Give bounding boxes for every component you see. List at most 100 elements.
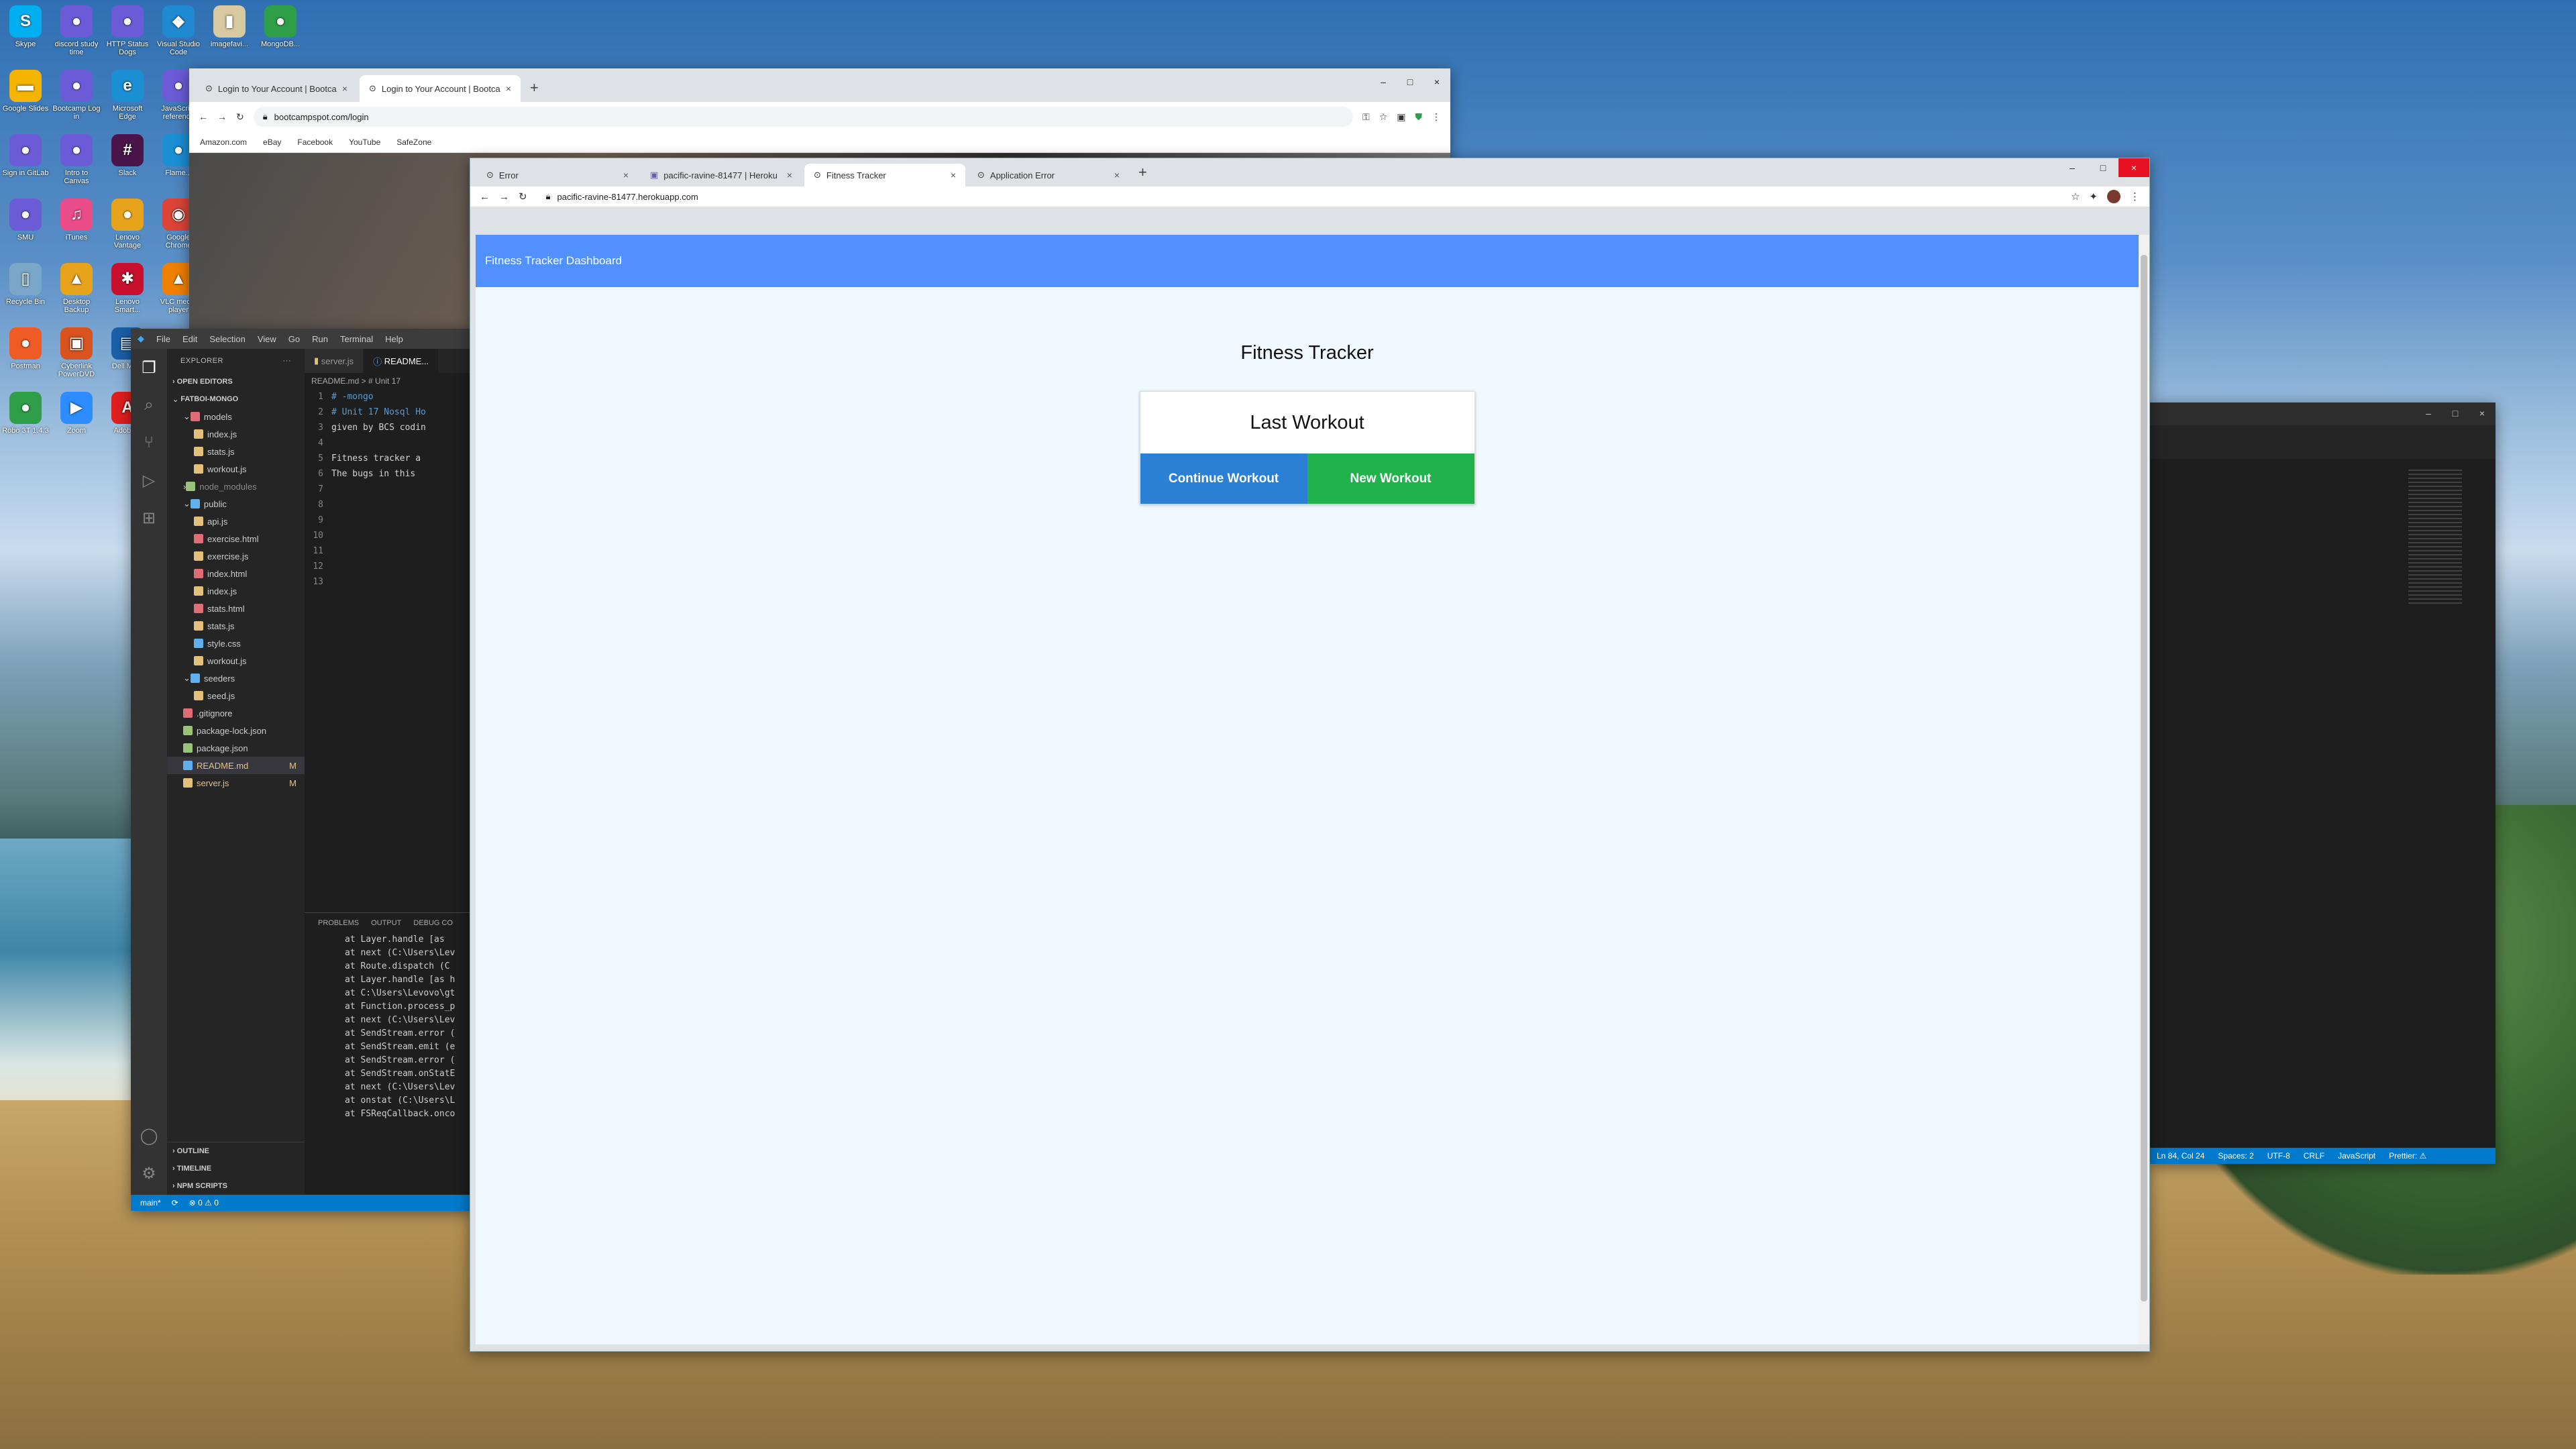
language-mode[interactable]: JavaScript (2338, 1151, 2375, 1161)
desktop-icon-visual-studio-code[interactable]: ◆ Visual Studio Code (154, 5, 203, 56)
extensions-icon[interactable]: ⊞ (131, 499, 167, 537)
bookmark-safezone[interactable]: SafeZone (396, 138, 431, 147)
menu-selection[interactable]: Selection (209, 334, 245, 344)
tree-file[interactable]: api.js (167, 513, 305, 530)
menu-go[interactable]: Go (288, 334, 300, 344)
tree-file[interactable]: index.js (167, 582, 305, 600)
new-tab-button[interactable]: + (1132, 164, 1154, 186)
tree-file[interactable]: workout.js (167, 652, 305, 669)
desktop-icon-discord-study-time[interactable]: ● discord study time (52, 5, 101, 56)
bookmark-facebook[interactable]: Facebook (297, 138, 333, 147)
desktop-icon-itunes[interactable]: ♫ iTunes (52, 199, 101, 241)
desktop-icon-slack[interactable]: # Slack (103, 134, 152, 177)
tree-file[interactable]: server.js M (167, 774, 305, 792)
explorer-icon[interactable]: ❐ (131, 349, 167, 386)
vscode-window[interactable]: ◆ File Edit Selection View Go Run Termin… (131, 329, 473, 1211)
minimize-icon[interactable]: – (1370, 72, 1397, 91)
tree-folder[interactable]: ⌄ public (167, 495, 305, 513)
tab-login-2[interactable]: ⊙ Login to Your Account | Bootca × (360, 75, 521, 102)
bookmark-ebay[interactable]: eBay (263, 138, 281, 147)
tree-file[interactable]: style.css (167, 635, 305, 652)
desktop-icon-skype[interactable]: S Skype (1, 5, 50, 48)
more-actions-icon[interactable]: ··· (283, 357, 292, 365)
indentation[interactable]: Spaces: 2 (2218, 1151, 2253, 1161)
search-icon[interactable]: ⌕ (131, 386, 167, 424)
run-debug-icon[interactable]: ▷ (131, 462, 167, 499)
tree-file[interactable]: stats.js (167, 443, 305, 460)
menu-file[interactable]: File (156, 334, 170, 344)
tree-file[interactable]: package.json (167, 739, 305, 757)
source-control-icon[interactable]: ⑂ (131, 424, 167, 462)
star-icon[interactable]: ☆ (2071, 191, 2080, 203)
menu-view[interactable]: View (258, 334, 276, 344)
tree-file[interactable]: workout.js (167, 460, 305, 478)
desktop-icon-bootcamp-log-in[interactable]: ● Bootcamp Log in (52, 70, 101, 121)
menu-icon[interactable]: ⋮ (2130, 191, 2140, 203)
minimize-icon[interactable]: – (2415, 404, 2442, 423)
cursor-position[interactable]: Ln 84, Col 24 (2157, 1151, 2204, 1161)
close-tab-icon[interactable]: × (1114, 170, 1120, 180)
desktop-icon-sign-in-gitlab[interactable]: ● Sign in GitLab (1, 134, 50, 177)
close-tab-icon[interactable]: × (787, 170, 792, 180)
menu-help[interactable]: Help (385, 334, 403, 344)
forward-icon[interactable]: → (217, 111, 227, 122)
panel-tab-debug[interactable]: DEBUG CO (413, 919, 453, 927)
line-ending[interactable]: CRLF (2304, 1151, 2324, 1161)
close-window-icon[interactable]: × (2118, 158, 2149, 177)
shield-icon[interactable]: ⛊ (1415, 111, 1423, 123)
desktop-icon-cyberlink-powerdvd[interactable]: ▣ Cyberlink PowerDVD (52, 327, 101, 378)
tab-readme[interactable]: ⓘ README... (364, 349, 439, 373)
scrollbar-thumb[interactable] (2141, 255, 2147, 1301)
extension-icon[interactable]: ▣ (1397, 111, 1405, 123)
close-tab-icon[interactable]: × (951, 170, 956, 180)
new-tab-button[interactable]: + (523, 79, 545, 102)
encoding[interactable]: UTF-8 (2267, 1151, 2290, 1161)
prettier-status[interactable]: Prettier: ⚠ (2389, 1151, 2426, 1161)
desktop-icon-mongodb-[interactable]: ● MongoDB... (256, 5, 305, 48)
tree-file[interactable]: index.js (167, 425, 305, 443)
forward-icon[interactable]: → (499, 191, 509, 203)
tree-file[interactable]: exercise.js (167, 547, 305, 565)
desktop-icon-smu[interactable]: ● SMU (1, 199, 50, 241)
desktop-icon-microsoft-edge[interactable]: e Microsoft Edge (103, 70, 152, 121)
tab-fitness-tracker[interactable]: ⊙ Fitness Tracker × (804, 164, 965, 186)
tree-file[interactable]: exercise.html (167, 530, 305, 547)
tab-error[interactable]: ⊙ Error × (477, 164, 638, 186)
menu-run[interactable]: Run (312, 334, 328, 344)
terminal-output[interactable]: at Layer.handle [as at next (C:\Users\Lev… (305, 933, 473, 1121)
sync-icon[interactable]: ⟳ (172, 1198, 178, 1208)
vscode-window-2[interactable]: – □ × Ln 84, Col 24 Spaces: 2 UTF-8 CRLF… (2150, 402, 2496, 1164)
chrome-window-fitness[interactable]: ⊙ Error × ▣ pacific-ravine-81477 | Heroku × … (470, 158, 2150, 1352)
address-bar[interactable]: 🔒︎ bootcampspot.com/login (253, 107, 1354, 127)
panel-tab-output[interactable]: OUTPUT (371, 919, 401, 927)
desktop-icon-zoom[interactable]: ▶ Zoom (52, 392, 101, 435)
open-editors-section[interactable]: › OPEN EDITORS (167, 373, 305, 390)
tab-login-1[interactable]: ⊙ Login to Your Account | Bootca × (196, 75, 357, 102)
star-icon[interactable]: ☆ (1379, 111, 1388, 123)
tab-heroku[interactable]: ▣ pacific-ravine-81477 | Heroku × (641, 164, 802, 186)
menu-edit[interactable]: Edit (182, 334, 197, 344)
tree-file[interactable]: .gitignore (167, 704, 305, 722)
tab-server-js[interactable]: ▮ server.js (305, 349, 364, 373)
close-window-icon[interactable]: × (1424, 72, 1450, 91)
maximize-icon[interactable]: □ (2088, 158, 2118, 177)
close-tab-icon[interactable]: × (506, 83, 511, 94)
profile-avatar[interactable] (2107, 190, 2121, 203)
desktop-icon-robo-3t-1-4-3[interactable]: ● Robo 3T 1.4.3 (1, 392, 50, 435)
close-tab-icon[interactable]: × (342, 83, 347, 94)
settings-gear-icon[interactable]: ⚙ (131, 1155, 167, 1192)
back-icon[interactable]: ← (199, 111, 208, 122)
tree-file[interactable]: index.html (167, 565, 305, 582)
desktop-icon-lenovo-smart-[interactable]: ✱ Lenovo Smart... (103, 263, 152, 314)
tree-file[interactable]: stats.html (167, 600, 305, 617)
tab-application-error[interactable]: ⊙ Application Error × (968, 164, 1129, 186)
timeline-section[interactable]: › TIMELINE (167, 1160, 305, 1177)
reload-icon[interactable]: ↻ (236, 111, 244, 123)
desktop-icon-postman[interactable]: ● Postman (1, 327, 50, 370)
close-window-icon[interactable]: × (2469, 404, 2496, 423)
navbar-title[interactable]: Fitness Tracker Dashboard (485, 254, 622, 268)
tree-file[interactable]: seed.js (167, 687, 305, 704)
desktop-icon-http-status-dogs[interactable]: ● HTTP Status Dogs (103, 5, 152, 56)
page-scrollbar[interactable] (2139, 235, 2149, 1344)
code-editor[interactable]: 1 # -mongo 2 # Unit 17 Nosql Ho 3 given by BC… (305, 389, 473, 590)
